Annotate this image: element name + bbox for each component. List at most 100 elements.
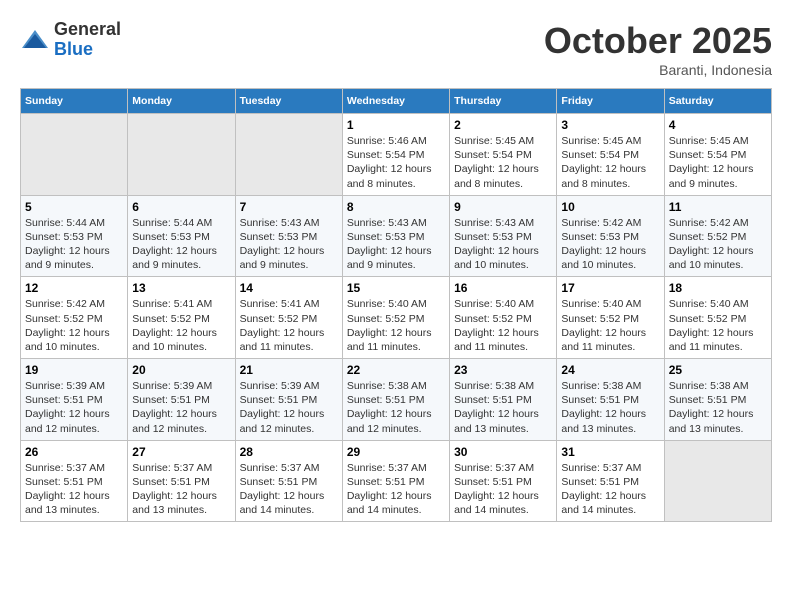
sunset-label: Sunset: 5:51 PM xyxy=(132,476,210,488)
daylight-label: Daylight: 12 hours and 10 minutes. xyxy=(25,327,110,353)
calendar-cell: 16 Sunrise: 5:40 AM Sunset: 5:52 PM Dayl… xyxy=(450,277,557,359)
calendar-cell: 9 Sunrise: 5:43 AM Sunset: 5:53 PM Dayli… xyxy=(450,195,557,277)
daylight-label: Daylight: 12 hours and 12 minutes. xyxy=(347,408,432,434)
cell-content: Sunrise: 5:38 AM Sunset: 5:51 PM Dayligh… xyxy=(561,379,659,436)
cell-content: Sunrise: 5:39 AM Sunset: 5:51 PM Dayligh… xyxy=(132,379,230,436)
cell-content: Sunrise: 5:42 AM Sunset: 5:52 PM Dayligh… xyxy=(25,297,123,354)
sunrise-label: Sunrise: 5:45 AM xyxy=(561,135,641,147)
sunrise-label: Sunrise: 5:39 AM xyxy=(132,380,212,392)
daylight-label: Daylight: 12 hours and 8 minutes. xyxy=(454,163,539,189)
cell-content: Sunrise: 5:37 AM Sunset: 5:51 PM Dayligh… xyxy=(240,461,338,518)
sunrise-label: Sunrise: 5:37 AM xyxy=(132,462,212,474)
sunrise-label: Sunrise: 5:40 AM xyxy=(347,298,427,310)
calendar-cell: 5 Sunrise: 5:44 AM Sunset: 5:53 PM Dayli… xyxy=(21,195,128,277)
sunrise-label: Sunrise: 5:45 AM xyxy=(669,135,749,147)
calendar-day-header: Wednesday xyxy=(342,89,449,114)
calendar-cell: 15 Sunrise: 5:40 AM Sunset: 5:52 PM Dayl… xyxy=(342,277,449,359)
cell-content: Sunrise: 5:38 AM Sunset: 5:51 PM Dayligh… xyxy=(347,379,445,436)
calendar-cell: 18 Sunrise: 5:40 AM Sunset: 5:52 PM Dayl… xyxy=(664,277,771,359)
cell-content: Sunrise: 5:37 AM Sunset: 5:51 PM Dayligh… xyxy=(561,461,659,518)
sunrise-label: Sunrise: 5:45 AM xyxy=(454,135,534,147)
day-number: 3 xyxy=(561,118,659,132)
sunset-label: Sunset: 5:53 PM xyxy=(240,231,318,243)
sunrise-label: Sunrise: 5:43 AM xyxy=(454,217,534,229)
calendar-cell: 21 Sunrise: 5:39 AM Sunset: 5:51 PM Dayl… xyxy=(235,359,342,441)
cell-content: Sunrise: 5:41 AM Sunset: 5:52 PM Dayligh… xyxy=(240,297,338,354)
cell-content: Sunrise: 5:38 AM Sunset: 5:51 PM Dayligh… xyxy=(454,379,552,436)
daylight-label: Daylight: 12 hours and 9 minutes. xyxy=(25,245,110,271)
cell-content: Sunrise: 5:44 AM Sunset: 5:53 PM Dayligh… xyxy=(132,216,230,273)
day-number: 22 xyxy=(347,363,445,377)
cell-content: Sunrise: 5:42 AM Sunset: 5:53 PM Dayligh… xyxy=(561,216,659,273)
daylight-label: Daylight: 12 hours and 9 minutes. xyxy=(347,245,432,271)
day-number: 10 xyxy=(561,200,659,214)
daylight-label: Daylight: 12 hours and 14 minutes. xyxy=(240,490,325,516)
calendar-week-row: 1 Sunrise: 5:46 AM Sunset: 5:54 PM Dayli… xyxy=(21,114,772,196)
sunrise-label: Sunrise: 5:43 AM xyxy=(240,217,320,229)
daylight-label: Daylight: 12 hours and 12 minutes. xyxy=(132,408,217,434)
cell-content: Sunrise: 5:43 AM Sunset: 5:53 PM Dayligh… xyxy=(347,216,445,273)
day-number: 5 xyxy=(25,200,123,214)
daylight-label: Daylight: 12 hours and 10 minutes. xyxy=(454,245,539,271)
calendar-cell xyxy=(128,114,235,196)
calendar-header-row: SundayMondayTuesdayWednesdayThursdayFrid… xyxy=(21,89,772,114)
sunset-label: Sunset: 5:51 PM xyxy=(561,394,639,406)
sunset-label: Sunset: 5:52 PM xyxy=(240,313,318,325)
calendar-cell: 14 Sunrise: 5:41 AM Sunset: 5:52 PM Dayl… xyxy=(235,277,342,359)
calendar-cell: 29 Sunrise: 5:37 AM Sunset: 5:51 PM Dayl… xyxy=(342,440,449,522)
sunrise-label: Sunrise: 5:38 AM xyxy=(561,380,641,392)
sunset-label: Sunset: 5:51 PM xyxy=(240,476,318,488)
day-number: 11 xyxy=(669,200,767,214)
sunset-label: Sunset: 5:51 PM xyxy=(132,394,210,406)
page-header: General Blue October 2025 Baranti, Indon… xyxy=(20,20,772,78)
calendar-cell: 24 Sunrise: 5:38 AM Sunset: 5:51 PM Dayl… xyxy=(557,359,664,441)
daylight-label: Daylight: 12 hours and 8 minutes. xyxy=(561,163,646,189)
calendar-cell: 22 Sunrise: 5:38 AM Sunset: 5:51 PM Dayl… xyxy=(342,359,449,441)
sunrise-label: Sunrise: 5:41 AM xyxy=(132,298,212,310)
calendar-cell: 20 Sunrise: 5:39 AM Sunset: 5:51 PM Dayl… xyxy=(128,359,235,441)
cell-content: Sunrise: 5:37 AM Sunset: 5:51 PM Dayligh… xyxy=(454,461,552,518)
daylight-label: Daylight: 12 hours and 13 minutes. xyxy=(25,490,110,516)
calendar-cell: 30 Sunrise: 5:37 AM Sunset: 5:51 PM Dayl… xyxy=(450,440,557,522)
calendar-cell: 11 Sunrise: 5:42 AM Sunset: 5:52 PM Dayl… xyxy=(664,195,771,277)
daylight-label: Daylight: 12 hours and 12 minutes. xyxy=(240,408,325,434)
sunset-label: Sunset: 5:52 PM xyxy=(132,313,210,325)
sunrise-label: Sunrise: 5:37 AM xyxy=(240,462,320,474)
daylight-label: Daylight: 12 hours and 13 minutes. xyxy=(454,408,539,434)
cell-content: Sunrise: 5:37 AM Sunset: 5:51 PM Dayligh… xyxy=(347,461,445,518)
daylight-label: Daylight: 12 hours and 11 minutes. xyxy=(347,327,432,353)
sunset-label: Sunset: 5:51 PM xyxy=(561,476,639,488)
daylight-label: Daylight: 12 hours and 11 minutes. xyxy=(669,327,754,353)
logo: General Blue xyxy=(20,20,121,60)
daylight-label: Daylight: 12 hours and 14 minutes. xyxy=(347,490,432,516)
calendar-cell: 3 Sunrise: 5:45 AM Sunset: 5:54 PM Dayli… xyxy=(557,114,664,196)
calendar-cell: 10 Sunrise: 5:42 AM Sunset: 5:53 PM Dayl… xyxy=(557,195,664,277)
daylight-label: Daylight: 12 hours and 12 minutes. xyxy=(25,408,110,434)
daylight-label: Daylight: 12 hours and 14 minutes. xyxy=(454,490,539,516)
calendar-cell xyxy=(21,114,128,196)
day-number: 14 xyxy=(240,281,338,295)
cell-content: Sunrise: 5:39 AM Sunset: 5:51 PM Dayligh… xyxy=(240,379,338,436)
sunset-label: Sunset: 5:53 PM xyxy=(25,231,103,243)
calendar-cell: 17 Sunrise: 5:40 AM Sunset: 5:52 PM Dayl… xyxy=(557,277,664,359)
calendar-cell: 28 Sunrise: 5:37 AM Sunset: 5:51 PM Dayl… xyxy=(235,440,342,522)
sunrise-label: Sunrise: 5:38 AM xyxy=(347,380,427,392)
daylight-label: Daylight: 12 hours and 13 minutes. xyxy=(132,490,217,516)
day-number: 27 xyxy=(132,445,230,459)
sunset-label: Sunset: 5:51 PM xyxy=(454,394,532,406)
cell-content: Sunrise: 5:42 AM Sunset: 5:52 PM Dayligh… xyxy=(669,216,767,273)
day-number: 28 xyxy=(240,445,338,459)
day-number: 6 xyxy=(132,200,230,214)
calendar-week-row: 5 Sunrise: 5:44 AM Sunset: 5:53 PM Dayli… xyxy=(21,195,772,277)
sunrise-label: Sunrise: 5:42 AM xyxy=(669,217,749,229)
calendar-body: 1 Sunrise: 5:46 AM Sunset: 5:54 PM Dayli… xyxy=(21,114,772,522)
cell-content: Sunrise: 5:38 AM Sunset: 5:51 PM Dayligh… xyxy=(669,379,767,436)
day-number: 13 xyxy=(132,281,230,295)
calendar-cell: 19 Sunrise: 5:39 AM Sunset: 5:51 PM Dayl… xyxy=(21,359,128,441)
daylight-label: Daylight: 12 hours and 11 minutes. xyxy=(561,327,646,353)
day-number: 7 xyxy=(240,200,338,214)
day-number: 29 xyxy=(347,445,445,459)
day-number: 18 xyxy=(669,281,767,295)
calendar-day-header: Saturday xyxy=(664,89,771,114)
calendar-week-row: 12 Sunrise: 5:42 AM Sunset: 5:52 PM Dayl… xyxy=(21,277,772,359)
